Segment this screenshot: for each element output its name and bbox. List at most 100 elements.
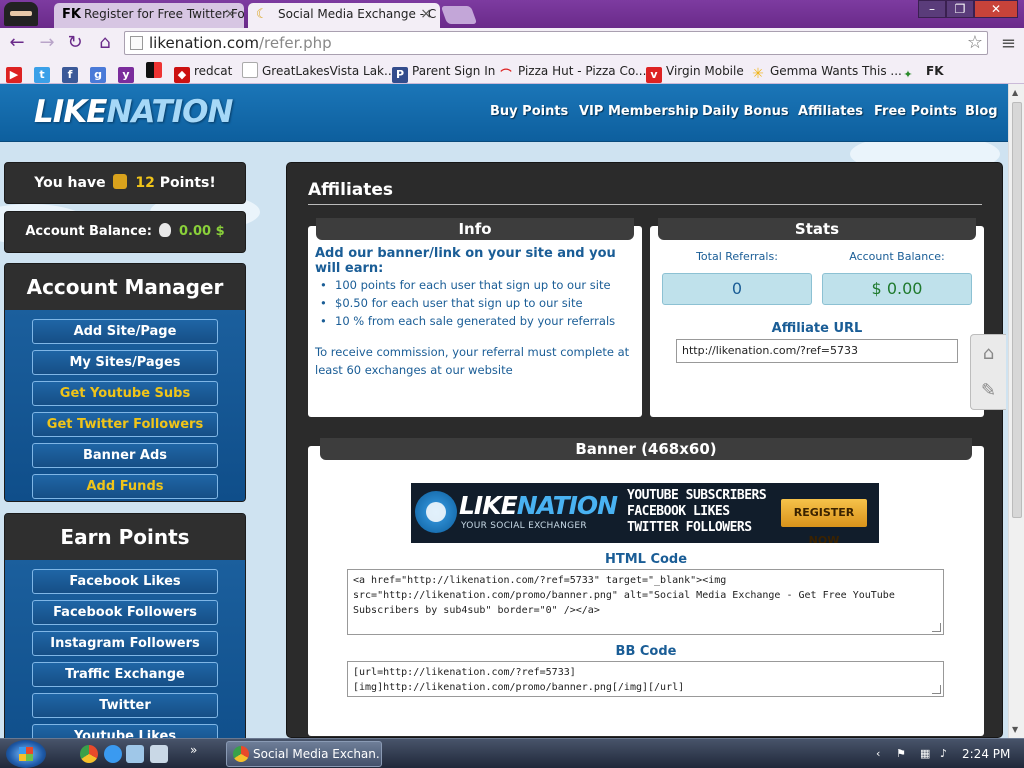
bookmark-label: Parent Sign In	[412, 64, 496, 78]
home-icon[interactable]: ⌂	[971, 335, 1006, 372]
bookmark-google-plus[interactable]: g	[90, 62, 110, 83]
total-referrals-value: 0	[662, 273, 812, 305]
info-card: Info Add our banner/link on your site an…	[308, 218, 642, 417]
forward-icon[interactable]: →	[36, 32, 58, 54]
tab-label: Register for Free Twitter Fo	[84, 7, 244, 21]
system-clock[interactable]: 2:24 PM	[962, 747, 1010, 761]
edit-icon[interactable]: ✎	[971, 372, 1006, 409]
profile-avatar-icon[interactable]	[4, 2, 38, 26]
nav-daily-bonus[interactable]: Daily Bonus	[702, 104, 789, 119]
bookmark-virgin-mobile[interactable]: v Virgin Mobile	[646, 62, 744, 83]
site-logo[interactable]: LIKENATION	[34, 94, 234, 130]
facebook-followers-button[interactable]: Facebook Followers	[32, 600, 218, 625]
account-manager-panel: Account Manager Add Site/Page My Sites/P…	[4, 263, 246, 502]
network-icon[interactable]: ▦	[920, 747, 930, 760]
banner-heading: Banner (468x60)	[320, 438, 972, 460]
info-lead: Add our banner/link on your site and you…	[315, 246, 616, 276]
close-icon[interactable]: ×	[224, 6, 236, 22]
reload-icon[interactable]: ↻	[64, 32, 86, 54]
new-tab-button[interactable]	[440, 6, 478, 24]
yahoo-icon: y	[118, 67, 134, 83]
chrome-icon[interactable]	[80, 745, 98, 763]
bb-code-label: BB Code	[615, 644, 677, 659]
info-content: Add our banner/link on your site and you…	[315, 246, 639, 379]
banner-logo: LIKENATION	[459, 491, 618, 520]
banner-line: TWITTER FOLLOWERS	[627, 520, 752, 535]
affiliate-url-label: Affiliate URL	[771, 321, 863, 336]
page-scrollbar[interactable]: ▲ ▼	[1008, 84, 1024, 738]
nav-free-points[interactable]: Free Points	[874, 104, 957, 119]
bookmark-frog[interactable]: ✦	[900, 62, 920, 81]
affiliate-url-field[interactable]: http://likenation.com/?ref=5733	[676, 339, 958, 363]
start-button[interactable]	[6, 740, 46, 768]
earn-points-title: Earn Points	[5, 514, 245, 560]
banner-ads-button[interactable]: Banner Ads	[32, 443, 218, 468]
account-manager-menu: Add Site/Page My Sites/Pages Get Youtube…	[5, 310, 245, 501]
youtube-likes-button[interactable]: Youtube Likes	[32, 724, 218, 738]
browser-menu-icon[interactable]: ≡	[1001, 33, 1016, 54]
restore-icon[interactable]: ❐	[946, 0, 974, 18]
add-funds-button[interactable]: Add Funds	[32, 474, 218, 499]
tab-register-twitter[interactable]: FK Register for Free Twitter Fo ×	[54, 3, 244, 28]
get-twitter-followers-button[interactable]: Get Twitter Followers	[32, 412, 218, 437]
bb-code-textarea[interactable]: [url=http://likenation.com/?ref=5733] [i…	[347, 661, 944, 697]
back-icon[interactable]: ←	[6, 32, 28, 54]
scroll-up-icon[interactable]: ▲	[1012, 88, 1018, 97]
bookmark-twitter[interactable]: t	[34, 62, 54, 83]
my-sites-pages-button[interactable]: My Sites/Pages	[32, 350, 218, 375]
p-icon: P	[392, 67, 408, 83]
youtube-icon: ▶	[6, 67, 22, 83]
balance-value: 0.00 $	[178, 224, 225, 239]
twitter-icon: t	[34, 67, 50, 83]
info-heading: Info	[316, 218, 634, 240]
home-icon[interactable]: ⌂	[94, 32, 116, 54]
scroll-down-icon[interactable]: ▼	[1012, 725, 1018, 734]
logo-nation-text: NATION	[106, 94, 234, 130]
desktop-icon[interactable]	[126, 745, 144, 763]
html-code-textarea[interactable]: <a href="http://likenation.com/?ref=5733…	[347, 569, 944, 635]
bookmark-yahoo[interactable]: y	[118, 62, 138, 83]
tab-label: Social Media Exchange - C	[278, 7, 437, 21]
bookmark-app[interactable]	[146, 62, 166, 80]
account-manager-title: Account Manager	[5, 264, 245, 310]
bookmark-star-icon[interactable]: ☆	[967, 32, 983, 54]
windows-taskbar: » Social Media Exchan... ‹ ⚑ ▦ ♪ 2:24 PM	[0, 738, 1024, 768]
instagram-followers-button[interactable]: Instagram Followers	[32, 631, 218, 656]
internet-explorer-icon[interactable]	[104, 745, 122, 763]
list-item: $0.50 for each user that sign up to our …	[315, 294, 639, 312]
address-bar[interactable]: likenation.com/refer.php ☆	[124, 31, 988, 55]
chevron-double-right-icon[interactable]: »	[190, 743, 197, 757]
fk-icon: FK	[926, 64, 944, 78]
nav-buy-points[interactable]: Buy Points	[490, 104, 568, 119]
action-center-icon[interactable]: ⚑	[896, 747, 906, 760]
close-window-icon[interactable]: ✕	[974, 0, 1018, 18]
bookmark-greatlakesvista[interactable]: GreatLakesVista Lak...	[242, 62, 395, 80]
bookmark-redcat[interactable]: ◆ redcat	[174, 62, 232, 83]
traffic-exchange-button[interactable]: Traffic Exchange	[32, 662, 218, 687]
window-icon[interactable]	[150, 745, 168, 763]
close-icon[interactable]: ×	[420, 6, 432, 22]
minimize-icon[interactable]: –	[918, 0, 946, 18]
bookmark-fk[interactable]: FK	[926, 62, 944, 80]
get-youtube-subs-button[interactable]: Get Youtube Subs	[32, 381, 218, 406]
add-site-page-button[interactable]: Add Site/Page	[32, 319, 218, 344]
volume-icon[interactable]: ♪	[940, 747, 947, 760]
nav-vip-membership[interactable]: VIP Membership	[579, 104, 699, 119]
page-icon	[242, 62, 258, 78]
tab-social-media-exchange[interactable]: ☾ Social Media Exchange - C ×	[248, 3, 440, 28]
nav-blog[interactable]: Blog	[965, 104, 998, 119]
bookmark-facebook[interactable]: f	[62, 62, 82, 83]
promo-banner-image: LIKENATION YOUR SOCIAL EXCHANGER YOUTUBE…	[411, 483, 879, 543]
bookmark-parent-sign-in[interactable]: P Parent Sign In	[392, 62, 496, 83]
tray-expand-icon[interactable]: ‹	[876, 747, 880, 760]
taskbar-chrome-window[interactable]: Social Media Exchan...	[226, 741, 382, 767]
page-title: Affiliates	[308, 180, 394, 200]
bookmark-gemma-wants-this[interactable]: ✳ Gemma Wants This ...	[750, 62, 902, 82]
twitter-button[interactable]: Twitter	[32, 693, 218, 718]
bookmark-pizza-hut[interactable]: ⌒ Pizza Hut - Pizza Co...	[498, 62, 647, 81]
nav-affiliates[interactable]: Affiliates	[798, 104, 863, 119]
facebook-likes-button[interactable]: Facebook Likes	[32, 569, 218, 594]
points-value: 12	[135, 175, 155, 191]
scrollbar-thumb[interactable]	[1012, 102, 1022, 518]
bookmark-youtube[interactable]: ▶	[6, 62, 26, 83]
